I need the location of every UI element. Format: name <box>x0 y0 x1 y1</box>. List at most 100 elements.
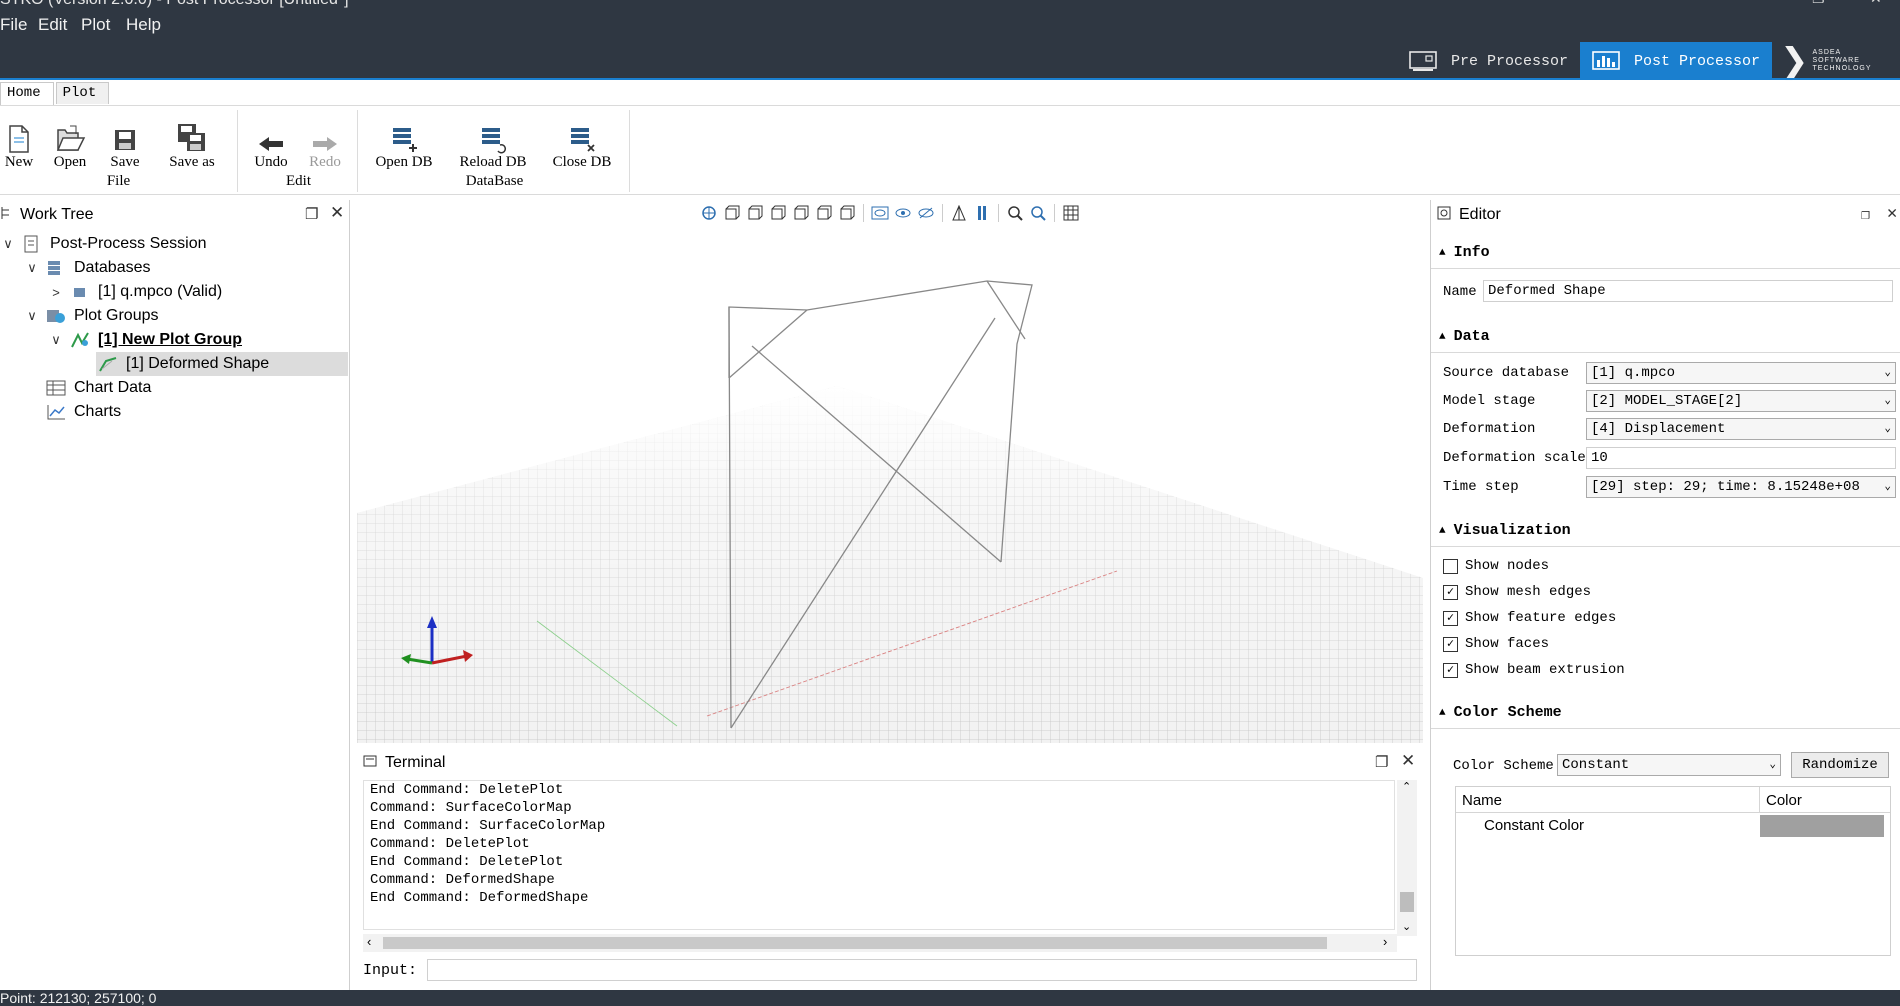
open-label: Open <box>53 154 87 170</box>
menu-edit[interactable]: Edit <box>38 15 67 35</box>
name-column-header[interactable]: Name <box>1462 792 1502 809</box>
checkmark-icon[interactable]: ✓ <box>1443 584 1458 600</box>
scroll-thumb[interactable] <box>383 937 1327 949</box>
open-button[interactable]: Open <box>50 118 90 171</box>
color-scheme-select[interactable]: Constant ⌄ <box>1557 754 1781 776</box>
color-swatch[interactable] <box>1760 815 1884 837</box>
3d-viewport[interactable] <box>357 200 1423 743</box>
menu-help[interactable]: Help <box>126 15 161 35</box>
collapse-arrow-icon[interactable]: ∨ <box>48 332 64 348</box>
deformation-select[interactable]: [4] Displacement ⌄ <box>1586 418 1896 440</box>
show-faces-checkbox[interactable]: ✓ Show faces <box>1443 636 1549 652</box>
reload-db-button[interactable]: Reload DB <box>454 118 532 171</box>
undo-button[interactable]: Undo <box>250 118 292 171</box>
view-front-icon[interactable] <box>722 203 742 223</box>
close-db-button[interactable]: Close DB <box>546 118 618 171</box>
show-nodes-checkbox[interactable]: Show nodes <box>1443 558 1549 574</box>
show-feature-edges-checkbox[interactable]: ✓ Show feature edges <box>1443 610 1616 626</box>
work-tree-float-icon[interactable]: ❐ <box>305 205 318 223</box>
collapse-arrow-icon[interactable]: ∨ <box>24 260 40 276</box>
scroll-right-icon[interactable]: › <box>1383 934 1387 949</box>
save-as-button[interactable]: Save as <box>160 118 224 171</box>
tree-item-database-q-mpco[interactable]: > [1] q.mpco (Valid) <box>48 280 222 304</box>
scroll-up-icon[interactable]: ⌃ <box>1402 780 1411 793</box>
checkmark-icon[interactable]: ✓ <box>1443 610 1458 626</box>
time-step-select[interactable]: [29] step: 29; time: 8.15248e+08 ⌄ <box>1586 476 1896 498</box>
deformation-scale-field[interactable]: 10 <box>1586 447 1896 469</box>
terminal-line: End Command: SurfaceColorMap <box>370 818 606 834</box>
tree-item-plot-groups[interactable]: ∨ Plot Groups <box>24 304 158 328</box>
view-right-icon[interactable] <box>791 203 811 223</box>
editor-float-icon[interactable]: ❐ <box>1861 205 1870 224</box>
scroll-down-icon[interactable]: ⌄ <box>1402 920 1411 933</box>
view-iso-icon[interactable] <box>699 203 719 223</box>
color-scheme-section-header[interactable]: ▲ Color Scheme <box>1439 704 1562 721</box>
work-tree-close-icon[interactable]: ✕ <box>330 203 344 223</box>
tree-item-deformed-shape[interactable]: [1] Deformed Shape <box>96 352 348 376</box>
zoom-icon[interactable] <box>1028 203 1048 223</box>
terminal-float-icon[interactable]: ❐ <box>1375 753 1388 771</box>
save-button[interactable]: Save <box>104 118 146 171</box>
tree-item-post-process-session[interactable]: ∨ Post-Process Session <box>0 232 348 256</box>
post-processor-button[interactable]: Post Processor <box>1579 42 1772 80</box>
menu-plot[interactable]: Plot <box>81 15 110 35</box>
model-stage-select[interactable]: [2] MODEL_STAGE[2] ⌄ <box>1586 390 1896 412</box>
terminal-horizontal-scrollbar[interactable]: ‹ › <box>363 934 1397 952</box>
collapse-arrow-icon[interactable]: ∨ <box>24 308 40 324</box>
table-row[interactable]: Constant Color <box>1456 815 1890 837</box>
redo-button[interactable]: Redo <box>304 118 346 171</box>
terminal-vertical-scrollbar[interactable]: ⌃ ⌄ <box>1397 780 1417 936</box>
tree-item-databases[interactable]: ∨ Databases <box>24 256 150 280</box>
show-beam-extrusion-checkbox[interactable]: ✓ Show beam extrusion <box>1443 662 1625 678</box>
scroll-left-icon[interactable]: ‹ <box>367 934 371 949</box>
source-database-select[interactable]: [1] q.mpco ⌄ <box>1586 362 1896 384</box>
tree-item-charts[interactable]: Charts <box>24 400 121 424</box>
grid-icon[interactable] <box>1061 203 1081 223</box>
view-top-icon[interactable] <box>814 203 834 223</box>
perspective-icon[interactable] <box>949 203 969 223</box>
data-section-header[interactable]: ▲ Data <box>1439 328 1490 345</box>
terminal-panel: Terminal ❐ ✕ End Command: DeletePlot Com… <box>357 748 1423 988</box>
tab-plot[interactable]: Plot <box>55 82 110 104</box>
terminal-close-icon[interactable]: ✕ <box>1401 751 1415 771</box>
checkbox-unchecked[interactable] <box>1443 558 1458 574</box>
color-column-header[interactable]: Color <box>1766 792 1802 809</box>
view-left-icon[interactable] <box>768 203 788 223</box>
expand-arrow-icon[interactable]: > <box>48 285 64 300</box>
terminal-input[interactable] <box>427 959 1417 981</box>
info-section-header[interactable]: ▲ Info <box>1439 244 1490 261</box>
open-db-button[interactable]: Open DB <box>372 118 436 171</box>
chart-icon <box>46 403 66 421</box>
tree-item-new-plot-group[interactable]: ∨ [1] New Plot Group <box>48 328 242 352</box>
hide-icon[interactable] <box>916 203 936 223</box>
pre-processor-button[interactable]: Pre Processor <box>1397 42 1580 80</box>
new-button[interactable]: New <box>4 118 34 171</box>
menu-file[interactable]: File <box>0 15 27 35</box>
chevron-down-icon: ⌄ <box>1884 395 1891 407</box>
editor-close-icon[interactable]: ✕ <box>1887 203 1897 224</box>
checkmark-icon[interactable]: ✓ <box>1443 636 1458 652</box>
close-window-icon[interactable]: ✕ <box>1870 0 1882 7</box>
edit-group-label: Edit <box>286 173 311 189</box>
terminal-line: Command: DeletePlot <box>370 836 530 852</box>
parallel-icon[interactable] <box>972 203 992 223</box>
tree-item-chart-data[interactable]: Chart Data <box>24 376 151 400</box>
post-processor-label: Post Processor <box>1633 52 1760 70</box>
color-table-header: Name Color <box>1456 787 1890 813</box>
checkmark-icon[interactable]: ✓ <box>1443 662 1458 678</box>
collapse-arrow-icon[interactable]: ∨ <box>0 236 16 252</box>
name-field[interactable]: Deformed Shape <box>1483 280 1893 302</box>
chevron-down-icon: ⌄ <box>1769 759 1776 771</box>
restore-window-icon[interactable]: ❐ <box>1812 0 1825 7</box>
zoom-fit-icon[interactable] <box>1005 203 1025 223</box>
scroll-thumb[interactable] <box>1400 892 1414 912</box>
show-all-icon[interactable] <box>870 203 890 223</box>
tab-home[interactable]: Home <box>0 82 54 106</box>
randomize-button[interactable]: Randomize <box>1791 752 1889 778</box>
eye-icon[interactable] <box>893 203 913 223</box>
view-back-icon[interactable] <box>745 203 765 223</box>
terminal-output[interactable]: End Command: DeletePlot Command: Surface… <box>363 780 1395 930</box>
view-bottom-icon[interactable] <box>837 203 857 223</box>
show-mesh-edges-checkbox[interactable]: ✓ Show mesh edges <box>1443 584 1591 600</box>
visualization-section-header[interactable]: ▲ Visualization <box>1439 522 1571 539</box>
